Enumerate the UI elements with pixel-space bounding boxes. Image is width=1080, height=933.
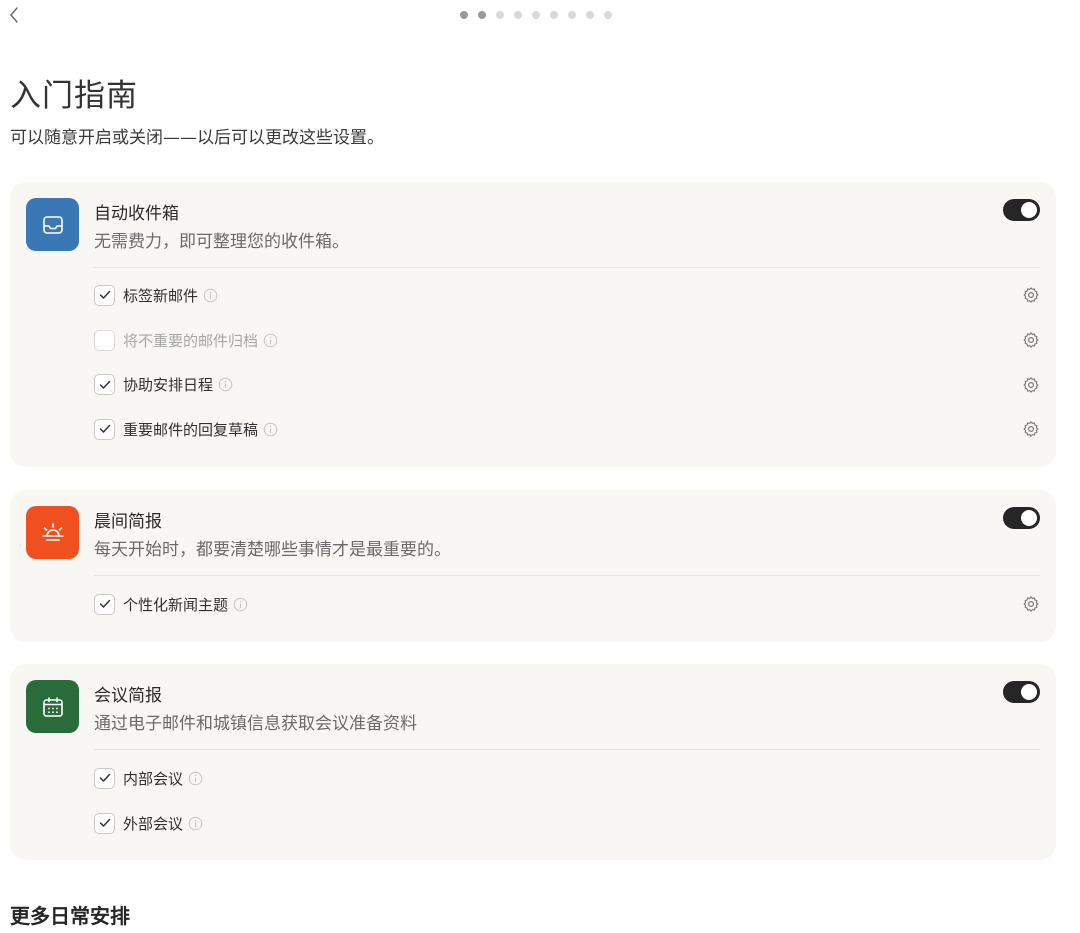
card-title: 会议简报 bbox=[94, 686, 162, 706]
option-label-new-mail: 标签新邮件 bbox=[94, 273, 1040, 318]
card-header: 会议简报 通过电子邮件和城镇信息获取会议准备资料 bbox=[10, 664, 1056, 750]
checkbox[interactable] bbox=[94, 418, 115, 440]
option-label: 个性化新闻主题 bbox=[123, 595, 229, 614]
option-news-topics: 个性化新闻主题 bbox=[94, 582, 1040, 627]
option-label: 重要邮件的回复草稿 bbox=[123, 420, 259, 439]
gear-icon[interactable] bbox=[1022, 420, 1040, 438]
more-routines-heading: 更多日常安排 bbox=[10, 904, 130, 928]
option-list: 标签新邮件 将不重要的邮件归档 协助安排日程 重要邮件的回复草稿 bbox=[94, 273, 1040, 452]
divider bbox=[94, 749, 1040, 750]
divider bbox=[94, 575, 1040, 576]
step-dot bbox=[460, 11, 468, 19]
check-icon bbox=[99, 774, 110, 783]
option-internal-meetings: 内部会议 bbox=[94, 756, 1040, 801]
step-dot bbox=[550, 11, 558, 19]
checkbox[interactable] bbox=[94, 593, 115, 615]
step-dot bbox=[514, 11, 522, 19]
back-button[interactable] bbox=[6, 5, 22, 25]
option-label: 内部会议 bbox=[123, 769, 184, 788]
info-icon[interactable] bbox=[188, 771, 203, 786]
checkbox[interactable] bbox=[94, 284, 115, 306]
card-title: 自动收件箱 bbox=[94, 204, 179, 224]
step-dot bbox=[568, 11, 576, 19]
check-icon bbox=[99, 600, 110, 609]
card-header: 自动收件箱 无需费力，即可整理您的收件箱。 bbox=[10, 182, 1056, 268]
info-icon[interactable] bbox=[203, 288, 218, 303]
option-list: 内部会议 外部会议 bbox=[94, 756, 1040, 845]
step-indicator bbox=[460, 11, 612, 19]
info-icon[interactable] bbox=[263, 422, 278, 437]
info-icon[interactable] bbox=[263, 333, 278, 348]
auto-inbox-card: 自动收件箱 无需费力，即可整理您的收件箱。 标签新邮件 将不重要的邮件归档 协助… bbox=[10, 182, 1056, 467]
page-subtitle: 可以随意开启或关闭——以后可以更改这些设置。 bbox=[10, 128, 384, 148]
inbox-icon bbox=[26, 198, 79, 251]
morning-briefing-card: 晨间简报 每天开始时，都要清楚哪些事情才是最重要的。 个性化新闻主题 bbox=[10, 490, 1056, 642]
meeting-briefing-card: 会议简报 通过电子邮件和城镇信息获取会议准备资料 内部会议 外部会议 bbox=[10, 664, 1056, 860]
card-header: 晨间简报 每天开始时，都要清楚哪些事情才是最重要的。 bbox=[10, 490, 1056, 576]
option-external-meetings: 外部会议 bbox=[94, 801, 1040, 846]
info-icon[interactable] bbox=[188, 816, 203, 831]
toggle-knob bbox=[1021, 684, 1037, 700]
checkbox[interactable] bbox=[94, 767, 115, 789]
onboarding-page: 入门指南 可以随意开启或关闭——以后可以更改这些设置。 自动收件箱 无需费力，即… bbox=[0, 0, 1080, 933]
checkbox[interactable] bbox=[94, 812, 115, 834]
gear-icon[interactable] bbox=[1022, 331, 1040, 349]
meeting-briefing-toggle[interactable] bbox=[1003, 681, 1040, 703]
gear-icon[interactable] bbox=[1022, 376, 1040, 394]
info-icon[interactable] bbox=[233, 597, 248, 612]
option-label: 协助安排日程 bbox=[123, 376, 214, 395]
divider bbox=[94, 267, 1040, 268]
step-dot bbox=[496, 11, 504, 19]
option-reply-drafts: 重要邮件的回复草稿 bbox=[94, 407, 1040, 452]
option-label: 将不重要的邮件归档 bbox=[123, 331, 259, 350]
check-icon bbox=[99, 818, 110, 827]
card-description: 每天开始时，都要清楚哪些事情才是最重要的。 bbox=[94, 540, 451, 560]
gear-icon[interactable] bbox=[1022, 595, 1040, 613]
option-list: 个性化新闻主题 bbox=[94, 582, 1040, 627]
toggle-knob bbox=[1021, 202, 1037, 218]
option-label: 外部会议 bbox=[123, 814, 184, 833]
calendar-icon bbox=[26, 680, 79, 733]
card-title: 晨间简报 bbox=[94, 512, 162, 532]
checkbox[interactable] bbox=[94, 374, 115, 396]
checkbox[interactable] bbox=[94, 329, 115, 351]
morning-briefing-toggle[interactable] bbox=[1003, 507, 1040, 529]
card-description: 通过电子邮件和城镇信息获取会议准备资料 bbox=[94, 714, 417, 734]
check-icon bbox=[99, 425, 110, 434]
page-title: 入门指南 bbox=[10, 78, 138, 114]
option-schedule-assist: 协助安排日程 bbox=[94, 362, 1040, 407]
chevron-left-icon bbox=[10, 7, 18, 23]
info-icon[interactable] bbox=[218, 377, 233, 392]
check-icon bbox=[99, 380, 110, 389]
step-dot bbox=[478, 11, 486, 19]
card-description: 无需费力，即可整理您的收件箱。 bbox=[94, 232, 349, 252]
option-archive-unimportant: 将不重要的邮件归档 bbox=[94, 318, 1040, 363]
step-dot bbox=[586, 11, 594, 19]
step-dot bbox=[532, 11, 540, 19]
check-icon bbox=[99, 291, 110, 300]
step-dot bbox=[604, 11, 612, 19]
auto-inbox-toggle[interactable] bbox=[1003, 199, 1040, 221]
option-label: 标签新邮件 bbox=[123, 286, 199, 305]
gear-icon[interactable] bbox=[1022, 286, 1040, 304]
toggle-knob bbox=[1021, 510, 1037, 526]
sunrise-icon bbox=[26, 506, 79, 559]
